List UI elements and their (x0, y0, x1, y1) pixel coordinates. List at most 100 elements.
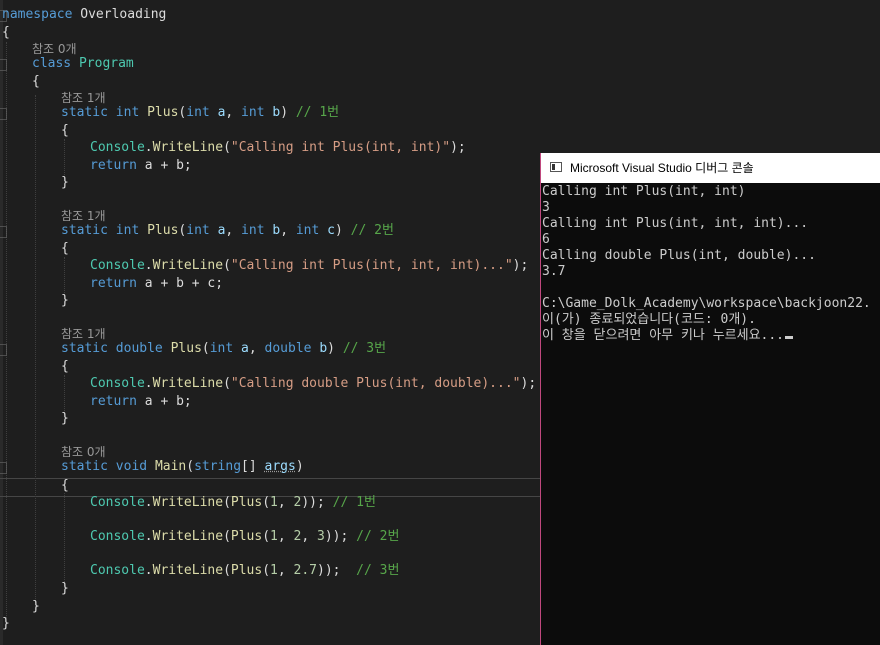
keyword: int (241, 105, 265, 120)
number-literal: 2.7 (293, 563, 318, 578)
parameter: b (272, 105, 281, 120)
fold-marker[interactable] (0, 226, 7, 238)
comment: // 1번 (332, 495, 376, 510)
console-line: Calling int Plus(int, int) (542, 184, 746, 199)
number-literal: 1 (270, 495, 278, 510)
method-name: Plus (230, 495, 263, 510)
fold-marker[interactable] (0, 59, 7, 71)
code-line: { (61, 358, 69, 376)
punct: , (301, 529, 318, 544)
punct: , (277, 563, 294, 578)
keyword: int (115, 105, 140, 120)
code-line: static double Plus(int a, double b) // 3… (61, 340, 386, 358)
punct: , (248, 341, 257, 356)
class-ref: Console (90, 376, 145, 391)
keyword: double (115, 341, 163, 356)
comment: // 3번 (356, 563, 400, 578)
console-line: 이 창을 닫으려면 아무 키나 누르세요... (542, 328, 794, 344)
method-name: WriteLine (152, 563, 224, 578)
punct: . (144, 529, 153, 544)
punct: ( (262, 495, 271, 510)
console-line: 이(가) 종료되었습니다(코드: 0개). (542, 312, 756, 327)
fold-marker[interactable] (0, 462, 7, 474)
punct: )); (317, 563, 341, 578)
punct: . (144, 495, 153, 510)
console-line: C:\Game_Dolk_Academy\workspace\backjoon2… (542, 296, 871, 311)
brace: { (61, 123, 69, 138)
console-prompt-text: 이 창을 닫으려면 아무 키나 누르세요... (542, 328, 785, 343)
code-line: { (61, 122, 69, 140)
punct: ( (223, 495, 231, 510)
code-line: } (2, 615, 10, 633)
expression: a + b; (144, 158, 192, 173)
method-name: WriteLine (152, 495, 224, 510)
brace: } (61, 293, 69, 308)
keyword: static (61, 105, 108, 120)
number-literal: 3 (317, 529, 325, 544)
console-line: Calling double Plus(int, double)... (542, 248, 816, 263)
keyword: class (32, 56, 72, 71)
punct: )); (324, 529, 349, 544)
fold-marker[interactable] (0, 344, 7, 356)
method-name: Plus (147, 105, 179, 120)
comment: // 2번 (356, 529, 400, 544)
method-name: Plus (170, 341, 202, 356)
brace: } (32, 599, 40, 614)
expression: a + b; (144, 394, 192, 409)
keyword: int (295, 223, 320, 238)
class-ref: Console (90, 495, 145, 510)
indent-guide (64, 493, 65, 588)
code-line: class Program (32, 55, 134, 73)
brace: { (32, 74, 40, 89)
method-name: Main (154, 459, 187, 474)
brace: { (61, 359, 69, 374)
punct: ( (223, 529, 231, 544)
debug-console-window[interactable]: Microsoft Visual Studio 디버그 콘솔 Calling i… (540, 153, 880, 645)
punct: , (225, 223, 234, 238)
code-line: } (61, 410, 69, 428)
code-line: Console.WriteLine(Plus(1, 2, 3)); // 2번 (90, 528, 399, 546)
fold-marker[interactable] (0, 108, 7, 120)
punct: )); (301, 495, 325, 510)
brace: { (61, 241, 69, 256)
punct: . (144, 563, 153, 578)
keyword: namespace (2, 7, 73, 22)
console-output[interactable]: Calling int Plus(int, int) 3 Calling int… (541, 184, 880, 644)
code-line: Console.WriteLine(Plus(1, 2.7)); // 3번 (90, 562, 399, 580)
punct: ( (223, 376, 231, 391)
punct: . (144, 376, 153, 391)
number-literal: 1 (270, 563, 278, 578)
punct: ) (334, 223, 343, 238)
class-ref: Console (90, 258, 145, 273)
parameter: b (319, 341, 328, 356)
string-literal: "Calling int Plus(int, int)" (230, 140, 451, 155)
punct: ) (327, 341, 335, 356)
console-line: 3.7 (542, 264, 566, 279)
punct: ( (186, 459, 195, 474)
code-line: static int Plus(int a, int b) // 1번 (61, 104, 339, 122)
code-line: Console.WriteLine("Calling int Plus(int,… (90, 257, 528, 275)
punct: , (280, 223, 289, 238)
code-line: return a + b + c; (90, 275, 223, 293)
punct: , (277, 495, 294, 510)
console-titlebar[interactable]: Microsoft Visual Studio 디버그 콘솔 (541, 153, 880, 183)
keyword: return (90, 276, 137, 291)
brace: } (61, 411, 69, 426)
parameter: a (241, 341, 249, 356)
class-ref: Console (90, 563, 145, 578)
code-line: Console.WriteLine("Calling int Plus(int,… (90, 139, 466, 157)
keyword: static (61, 223, 108, 238)
punct: ); (520, 376, 537, 391)
method-name: Plus (230, 529, 263, 544)
class-ref: Console (90, 140, 145, 155)
punct: [] (241, 459, 257, 474)
code-line: } (61, 174, 69, 192)
indent-guide (35, 95, 36, 607)
punct: ( (223, 140, 231, 155)
expression: a + b + c; (144, 276, 224, 291)
code-line: { (61, 477, 69, 495)
brace: } (61, 175, 69, 190)
method-name: WriteLine (152, 529, 224, 544)
console-app-icon (550, 162, 562, 172)
keyword: static (61, 459, 108, 474)
